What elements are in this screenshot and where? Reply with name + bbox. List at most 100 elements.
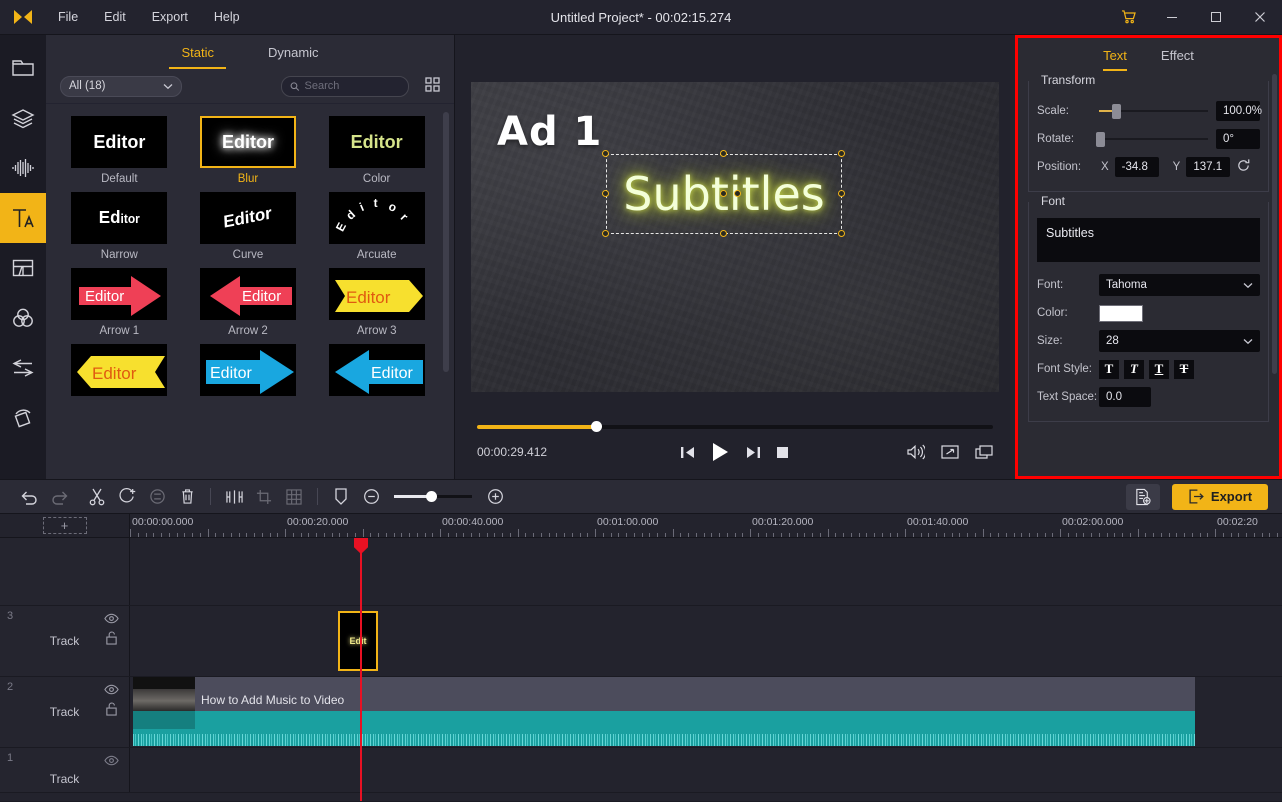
preview-canvas[interactable]: Ad 1 Subtitles	[471, 82, 999, 392]
preset-arrow-5[interactable]: Editor	[189, 344, 308, 406]
next-frame-icon[interactable]	[746, 446, 760, 459]
split-icon[interactable]	[219, 482, 249, 512]
handle-bottom-right[interactable]	[838, 230, 845, 237]
eye-icon[interactable]	[104, 684, 119, 695]
rotate-knob[interactable]	[1096, 131, 1106, 147]
rail-item-stickers[interactable]	[0, 93, 46, 143]
track-header-3[interactable]: 3 Track	[0, 606, 130, 676]
preset-curve[interactable]: Editor Curve	[189, 192, 308, 261]
text-clip[interactable]: Edit	[338, 611, 378, 671]
tab-static[interactable]: Static	[169, 45, 226, 69]
font-select[interactable]: Tahoma	[1099, 274, 1260, 296]
redo-icon[interactable]	[44, 482, 74, 512]
underline-icon[interactable]: T	[1149, 359, 1169, 379]
rail-item-media[interactable]	[0, 43, 46, 93]
unlock-icon[interactable]	[105, 631, 118, 645]
add-clip-icon[interactable]	[112, 482, 142, 512]
undo-icon[interactable]	[14, 482, 44, 512]
seek-bar[interactable]	[477, 421, 993, 432]
preset-default[interactable]: Editor Default	[60, 116, 179, 185]
bold-icon[interactable]: T	[1099, 359, 1119, 379]
snapshot-icon[interactable]	[975, 445, 993, 459]
rail-item-audio[interactable]	[0, 143, 46, 193]
handle-mid-right[interactable]	[838, 190, 845, 197]
scissors-icon[interactable]	[82, 482, 112, 512]
search-box[interactable]	[281, 75, 409, 97]
menu-help[interactable]: Help	[202, 6, 252, 28]
preset-arrow-6[interactable]: Editor	[317, 344, 436, 406]
close-icon[interactable]	[1238, 0, 1282, 35]
position-x-field[interactable]: -34.8	[1114, 157, 1159, 177]
category-select[interactable]: All (18)	[60, 75, 182, 97]
trash-icon[interactable]	[172, 482, 202, 512]
scale-value[interactable]: 100.0%	[1216, 101, 1262, 121]
track-body-empty[interactable]	[130, 538, 1282, 605]
zoom-knob[interactable]	[426, 491, 438, 502]
rotate-value[interactable]: 0°	[1216, 129, 1260, 149]
zoom-in-icon[interactable]	[480, 482, 510, 512]
cart-icon[interactable]	[1106, 0, 1150, 35]
handle-bottom-left[interactable]	[602, 230, 609, 237]
handle-bottom-center[interactable]	[720, 230, 727, 237]
export-button[interactable]: Export	[1172, 483, 1268, 510]
preset-narrow[interactable]: Editor Narrow	[60, 192, 179, 261]
text-content-field[interactable]: Subtitles	[1037, 218, 1260, 262]
handle-top-center[interactable]	[720, 150, 727, 157]
unlock-icon[interactable]	[105, 702, 118, 716]
duplicate-icon[interactable]	[142, 482, 172, 512]
track-body-1[interactable]	[130, 748, 1282, 792]
search-input[interactable]	[304, 80, 400, 92]
tab-effect[interactable]: Effect	[1161, 48, 1194, 71]
mosaic-icon[interactable]	[279, 482, 309, 512]
preset-arrow-1[interactable]: Editor Arrow 1	[60, 268, 179, 337]
track-header-1[interactable]: 1 Track	[0, 748, 130, 792]
rail-item-filters[interactable]	[0, 293, 46, 343]
menu-export[interactable]: Export	[140, 6, 200, 28]
italic-icon[interactable]: T	[1124, 359, 1144, 379]
color-swatch[interactable]	[1099, 304, 1143, 322]
handle-top-right[interactable]	[838, 150, 845, 157]
minimize-icon[interactable]	[1150, 0, 1194, 35]
rail-item-text[interactable]	[0, 193, 46, 243]
timeline-ruler[interactable]: 00:00:00.000 00:00:20.000 00:00:40.000 0…	[130, 514, 1282, 537]
volume-icon[interactable]	[906, 444, 925, 460]
strikethrough-icon[interactable]: T	[1174, 359, 1194, 379]
tab-dynamic[interactable]: Dynamic	[256, 45, 331, 69]
preset-color[interactable]: Editor Color	[317, 116, 436, 185]
track-body-3[interactable]: Edit	[130, 606, 1282, 676]
handle-center[interactable]	[720, 190, 727, 197]
menu-edit[interactable]: Edit	[92, 6, 138, 28]
size-select[interactable]: 28	[1099, 330, 1260, 352]
eye-icon[interactable]	[104, 613, 119, 624]
tab-text[interactable]: Text	[1103, 48, 1127, 71]
stop-icon[interactable]	[776, 446, 789, 459]
track-header-2[interactable]: 2 Track	[0, 677, 130, 747]
handle-mid-left[interactable]	[602, 190, 609, 197]
maximize-icon[interactable]	[1194, 0, 1238, 35]
previous-frame-icon[interactable]	[681, 446, 695, 459]
preset-arcuate[interactable]: E d i t o r Arcuate	[317, 192, 436, 261]
video-clip[interactable]: How to Add Music to Video	[133, 677, 1195, 746]
zoom-slider[interactable]	[394, 491, 472, 502]
playhead[interactable]	[354, 538, 368, 801]
crop-icon[interactable]	[249, 482, 279, 512]
preset-blur[interactable]: Editor Blur	[189, 116, 308, 185]
rail-item-split-screen[interactable]	[0, 243, 46, 293]
play-icon[interactable]	[711, 442, 730, 462]
grid-view-icon[interactable]	[425, 77, 440, 95]
rail-item-overlays[interactable]	[0, 393, 46, 443]
seek-knob[interactable]	[590, 421, 602, 432]
fullscreen-icon[interactable]	[941, 445, 959, 459]
subtitle-selection-box[interactable]: Subtitles	[602, 150, 845, 237]
text-space-field[interactable]: 0.0	[1099, 387, 1151, 407]
preset-arrow-4[interactable]: Editor	[60, 344, 179, 406]
audio-waveform-strip[interactable]	[133, 711, 1195, 746]
position-y-field[interactable]: 137.1	[1186, 157, 1231, 177]
preset-arrow-3[interactable]: Editor Arrow 3	[317, 268, 436, 337]
rotate-slider[interactable]	[1096, 131, 1208, 147]
properties-scrollbar[interactable]	[1272, 74, 1277, 374]
add-track-button[interactable]: +	[42, 517, 87, 534]
track-body-2[interactable]: How to Add Music to Video	[130, 677, 1282, 747]
handle-top-left[interactable]	[602, 150, 609, 157]
library-scrollbar[interactable]	[443, 112, 449, 372]
